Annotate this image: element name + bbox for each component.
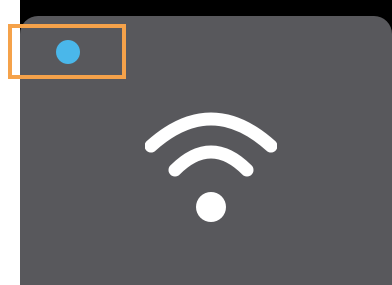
wifi-outer-arc bbox=[145, 112, 277, 153]
wifi-inner-arc bbox=[168, 145, 254, 177]
wifi-center-dot bbox=[196, 192, 226, 222]
wifi-icon[interactable] bbox=[145, 110, 277, 225]
status-highlight-box bbox=[8, 24, 126, 79]
